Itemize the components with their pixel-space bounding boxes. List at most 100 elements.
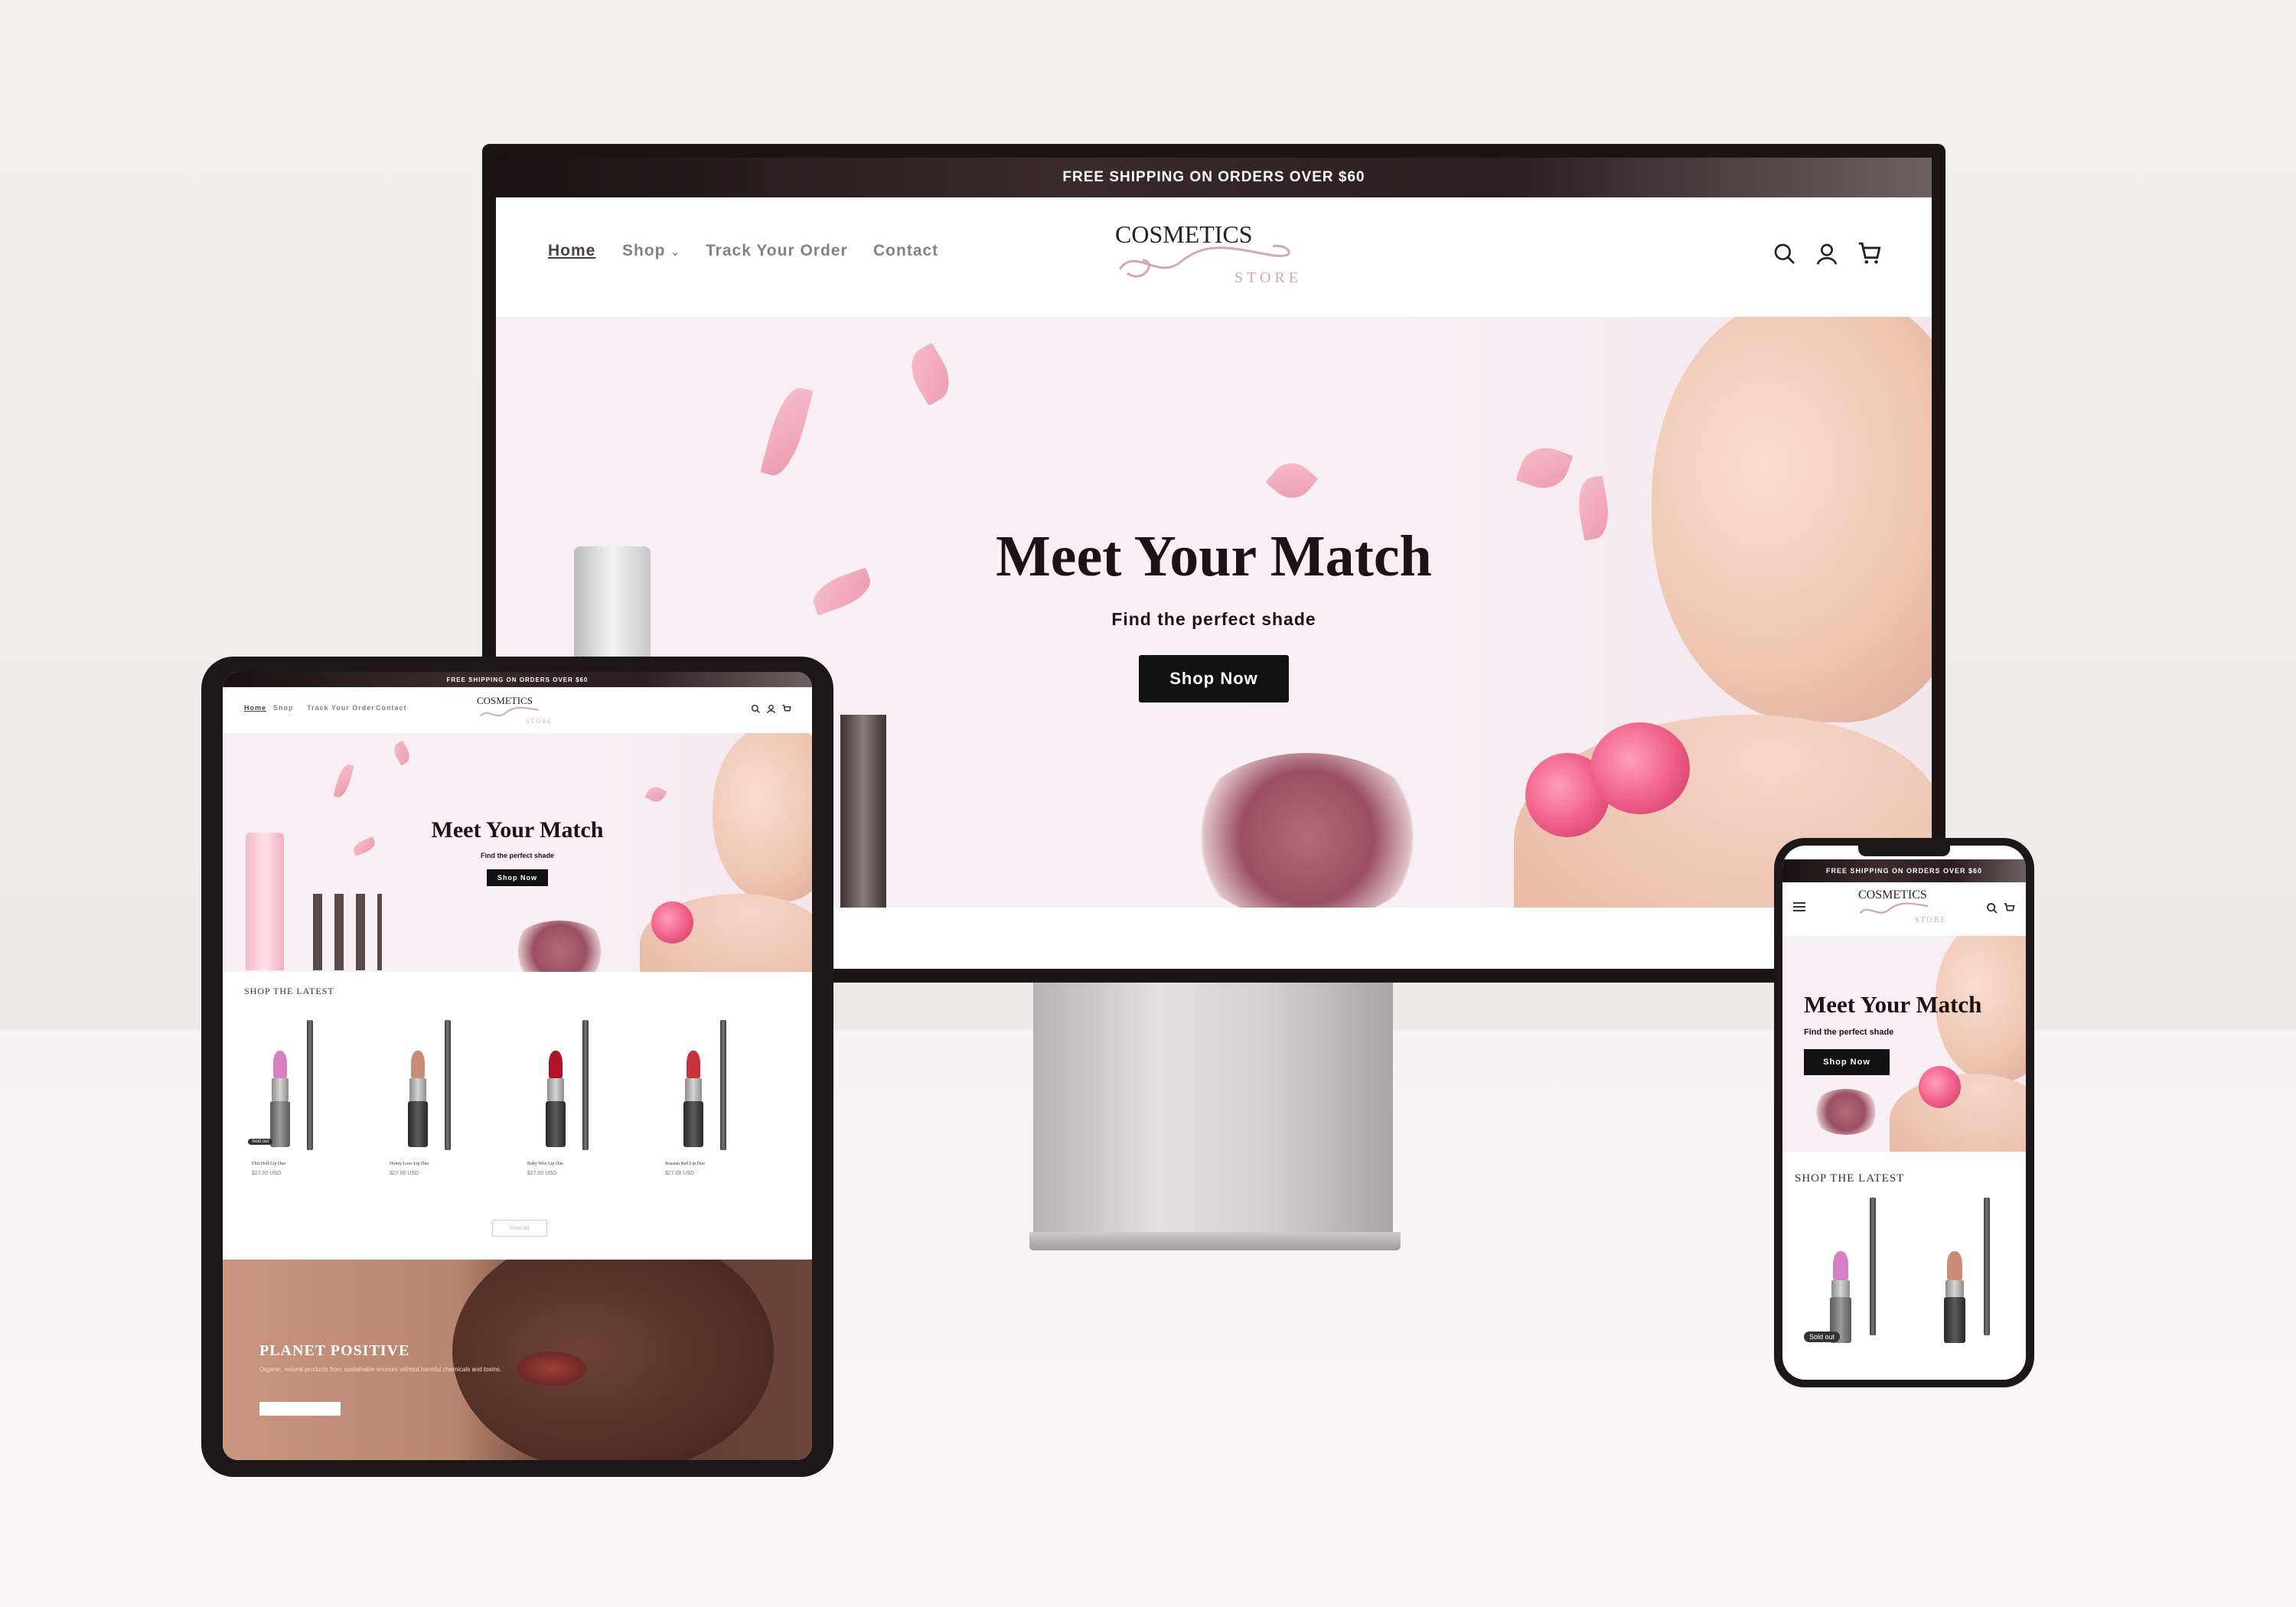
sold-out-badge: Sold out bbox=[248, 1139, 273, 1145]
monitor-stand-base bbox=[1029, 1232, 1401, 1250]
pressed-powder-image bbox=[510, 921, 609, 972]
nav-shop-label: Shop bbox=[622, 242, 666, 259]
lipstick-bullet bbox=[273, 1051, 287, 1078]
nav-shop[interactable]: Shop bbox=[273, 704, 294, 712]
section-title: SHOP THE LATEST bbox=[244, 986, 334, 996]
logo-text-store: STORE bbox=[1234, 269, 1302, 286]
account-icon[interactable] bbox=[1815, 242, 1839, 266]
chevron-down-icon: ⌄ bbox=[670, 246, 681, 258]
petal-decoration bbox=[644, 783, 667, 806]
hero-title: Meet Your Match bbox=[1804, 991, 1982, 1018]
lipstick-cap bbox=[546, 1101, 566, 1147]
lip-pencil-image bbox=[1984, 1198, 1990, 1335]
phone-announcement-banner: FREE SHIPPING ON ORDERS OVER $60 bbox=[1782, 859, 2026, 882]
lipstick-cap bbox=[1944, 1297, 1965, 1343]
lipstick-tube bbox=[1945, 1280, 1964, 1297]
mascara-image bbox=[840, 715, 886, 908]
product-name: Russian Red Lip Duo bbox=[665, 1162, 705, 1166]
store-logo[interactable]: COSMETICS STORE bbox=[1112, 220, 1319, 297]
lipstick-tube bbox=[409, 1078, 426, 1101]
sold-out-badge: Sold out bbox=[1804, 1332, 1841, 1342]
lip-products-image bbox=[313, 894, 382, 970]
tablet-announcement-banner: FREE SHIPPING ON ORDERS OVER $60 bbox=[223, 672, 812, 687]
product-price: $27.00 USD bbox=[252, 1171, 282, 1176]
phone-screen: FREE SHIPPING ON ORDERS OVER $60 COSMETI… bbox=[1782, 846, 2026, 1380]
model-face-image bbox=[1652, 317, 1932, 722]
hamburger-menu-icon[interactable] bbox=[1793, 902, 1805, 911]
lip-pencil-image bbox=[720, 1020, 726, 1150]
product-card[interactable]: Russian Red Lip Duo $27.00 USD bbox=[657, 1009, 788, 1185]
search-icon[interactable] bbox=[751, 704, 761, 714]
hero-subtitle: Find the perfect shade bbox=[1804, 1028, 1894, 1037]
petal-decoration bbox=[1265, 454, 1319, 507]
search-icon[interactable] bbox=[1986, 902, 1998, 914]
cart-icon[interactable] bbox=[2003, 902, 2016, 914]
promo-button[interactable] bbox=[259, 1402, 341, 1416]
product-card[interactable]: Sold out Flirt Doll Lip Duo $27.00 USD bbox=[244, 1009, 374, 1185]
phone-hero: Meet Your Match Find the perfect shade S… bbox=[1782, 936, 2026, 1152]
product-price: $27.00 USD bbox=[527, 1171, 557, 1176]
lipstick-bullet bbox=[1947, 1251, 1962, 1280]
nav-shop[interactable]: Shop ⌄ bbox=[622, 242, 680, 260]
account-icon[interactable] bbox=[766, 704, 776, 714]
lipstick-bullet bbox=[549, 1051, 563, 1078]
cart-icon[interactable] bbox=[781, 704, 792, 714]
section-title: SHOP THE LATEST bbox=[1795, 1172, 1905, 1185]
hero-title: Meet Your Match bbox=[431, 817, 604, 843]
nav-track-order[interactable]: Track Your Order bbox=[307, 704, 375, 712]
promo-model-image bbox=[452, 1260, 774, 1460]
lipstick-bullet bbox=[687, 1051, 700, 1078]
petal-decoration bbox=[1515, 440, 1574, 496]
rose-image bbox=[1919, 1066, 1961, 1108]
shop-now-button[interactable]: Shop Now bbox=[1804, 1049, 1890, 1075]
product-card[interactable]: Honey Love Lip Duo $27.00 USD bbox=[382, 1009, 512, 1185]
product-card[interactable] bbox=[1909, 1198, 2016, 1380]
lipstick-tube bbox=[272, 1078, 289, 1101]
lipstick-bullet bbox=[1833, 1251, 1848, 1280]
lipstick-image bbox=[680, 1020, 742, 1154]
rose-image bbox=[1590, 722, 1690, 814]
cart-icon[interactable] bbox=[1856, 240, 1883, 266]
lipstick-image bbox=[543, 1020, 604, 1154]
lipstick-image bbox=[267, 1020, 328, 1154]
desktop-header: Home Shop ⌄ Track Your Order Contact COS… bbox=[496, 197, 1932, 317]
monitor-stand bbox=[1033, 972, 1393, 1247]
store-logo[interactable]: COSMETICS STORE bbox=[1855, 888, 1962, 931]
lips-image bbox=[517, 1351, 586, 1386]
shop-now-button[interactable]: Shop Now bbox=[487, 869, 548, 886]
petal-decoration bbox=[390, 740, 413, 766]
product-card[interactable]: Sold out bbox=[1795, 1198, 1902, 1380]
nav-home[interactable]: Home bbox=[548, 242, 595, 260]
hero-subtitle: Find the perfect shade bbox=[1111, 609, 1316, 629]
product-name: Honey Love Lip Duo bbox=[390, 1162, 429, 1166]
product-name: Ruby Woo Lip Duo bbox=[527, 1162, 564, 1166]
nav-contact[interactable]: Contact bbox=[376, 704, 407, 712]
nav-track-order[interactable]: Track Your Order bbox=[706, 242, 848, 260]
view-all-button[interactable]: View All bbox=[492, 1220, 547, 1237]
search-icon[interactable] bbox=[1773, 242, 1797, 266]
lipstick-image bbox=[1936, 1198, 2005, 1343]
lipstick-image bbox=[1822, 1198, 1891, 1343]
lip-pencil-image bbox=[307, 1020, 313, 1150]
tablet-device: FREE SHIPPING ON ORDERS OVER $60 Home Sh… bbox=[201, 657, 833, 1477]
lipstick-image bbox=[405, 1020, 466, 1154]
lip-pencil-image bbox=[582, 1020, 589, 1150]
product-card[interactable]: Ruby Woo Lip Duo $27.00 USD bbox=[520, 1009, 650, 1185]
lipstick-cap bbox=[683, 1101, 703, 1147]
store-logo[interactable]: COSMETICS STORE bbox=[475, 695, 567, 729]
lipstick-cap bbox=[408, 1101, 428, 1147]
nav-contact[interactable]: Contact bbox=[873, 242, 938, 260]
petal-decoration bbox=[760, 383, 814, 481]
hero-title: Meet Your Match bbox=[996, 524, 1432, 588]
nav-home[interactable]: Home bbox=[244, 704, 266, 712]
hero-subtitle: Find the perfect shade bbox=[480, 852, 555, 859]
lip-pencil-image bbox=[445, 1020, 451, 1150]
shop-now-button[interactable]: Shop Now bbox=[1139, 655, 1289, 702]
product-name: Flirt Doll Lip Duo bbox=[252, 1162, 286, 1166]
phone-header: COSMETICS STORE bbox=[1782, 882, 2026, 936]
logo-text-store: STORE bbox=[1915, 916, 1947, 924]
product-grid: Sold out Flirt Doll Lip Duo $27.00 USD H… bbox=[244, 1009, 795, 1185]
promo-banner: PLANET POSITIVE Organic, natural product… bbox=[223, 1260, 812, 1460]
lip-pencil-image bbox=[1870, 1198, 1876, 1335]
promo-title: PLANET POSITIVE bbox=[259, 1342, 410, 1359]
